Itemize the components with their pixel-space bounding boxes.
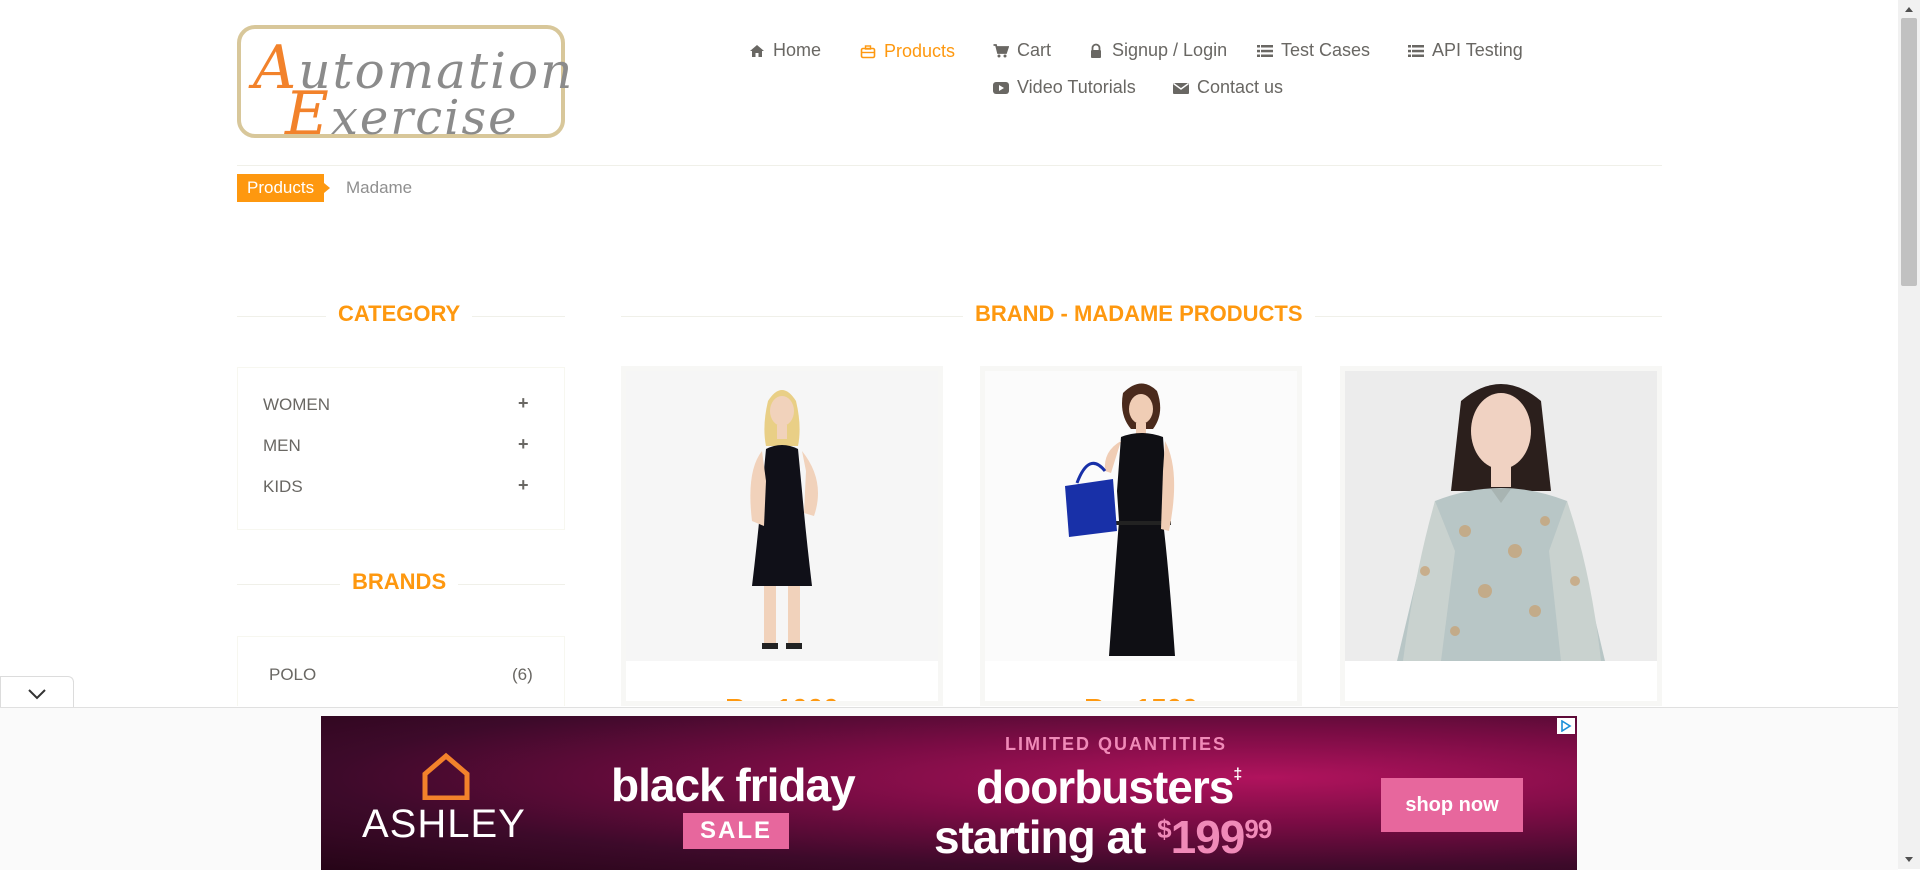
header-divider bbox=[237, 165, 1662, 166]
brand-polo[interactable]: POLO bbox=[269, 665, 316, 685]
page-scrollbar[interactable] bbox=[1898, 0, 1920, 869]
nav-products[interactable]: Products bbox=[860, 41, 955, 62]
nav-api-testing-label: API Testing bbox=[1432, 40, 1523, 60]
product-image[interactable] bbox=[626, 371, 938, 661]
nav-products-label: Products bbox=[884, 41, 956, 61]
product-photo-floral-blouse bbox=[1345, 371, 1657, 661]
nav-test-cases[interactable]: Test Cases bbox=[1257, 40, 1370, 61]
category-heading: CATEGORY bbox=[237, 301, 565, 331]
site-logo[interactable]: Automation Exercise bbox=[237, 25, 572, 149]
nav-signup-login[interactable]: Signup / Login bbox=[1088, 40, 1227, 61]
breadcrumb-products-link[interactable]: Products bbox=[237, 174, 331, 202]
nav-contact-us-label: Contact us bbox=[1197, 77, 1284, 97]
ad-brand: ASHLEY bbox=[362, 802, 526, 846]
ad-doorbusters: doorbusters‡ bbox=[976, 761, 1242, 813]
ad-starting-price: starting at $19999 bbox=[934, 811, 1272, 863]
ad-headline: black friday bbox=[611, 759, 856, 811]
plus-icon[interactable]: + bbox=[518, 475, 529, 496]
plus-icon[interactable]: + bbox=[518, 393, 529, 414]
home-icon bbox=[750, 44, 764, 57]
scroll-up-arrow-icon[interactable] bbox=[1898, 0, 1920, 18]
nav-home[interactable]: Home bbox=[749, 40, 821, 61]
list-icon bbox=[1408, 44, 1424, 57]
brands-panel: POLO (6) bbox=[237, 636, 565, 706]
ad-sale-badge: SALE bbox=[683, 813, 789, 849]
product-card bbox=[1340, 366, 1662, 706]
ashley-logo-icon bbox=[422, 752, 470, 800]
ad-collapse-button[interactable] bbox=[0, 676, 74, 711]
product-image[interactable] bbox=[1345, 371, 1657, 661]
products-heading: BRAND - MADAME PRODUCTS bbox=[621, 301, 1662, 331]
scroll-down-arrow-icon[interactable] bbox=[1898, 851, 1920, 869]
cart-icon bbox=[993, 43, 1009, 57]
list-icon bbox=[1257, 44, 1273, 57]
product-photo-black-dress bbox=[626, 371, 938, 661]
nav-test-cases-label: Test Cases bbox=[1281, 40, 1371, 60]
product-image[interactable] bbox=[985, 371, 1297, 661]
product-price: Rs. 1500 bbox=[985, 693, 1297, 701]
category-panel: WOMEN + MEN + KIDS + bbox=[237, 367, 565, 530]
brand-polo-count: (6) bbox=[512, 665, 533, 684]
page: Automation Exercise Home Products Cart S… bbox=[0, 0, 1898, 870]
nav-api-testing[interactable]: API Testing bbox=[1408, 40, 1523, 61]
ad-choices-icon[interactable] bbox=[1557, 718, 1575, 734]
product-card: Rs. 1500 bbox=[980, 366, 1302, 706]
envelope-icon bbox=[1173, 82, 1189, 94]
youtube-play-icon bbox=[993, 81, 1009, 94]
product-price: Rs. 1000 bbox=[626, 693, 938, 701]
brands-title: BRANDS bbox=[340, 569, 459, 595]
category-title: CATEGORY bbox=[326, 301, 473, 327]
product-card: Rs. 1000 bbox=[621, 366, 943, 706]
nav-contact-us[interactable]: Contact us bbox=[1173, 77, 1283, 98]
briefcase-icon bbox=[860, 44, 876, 58]
nav-home-label: Home bbox=[773, 40, 822, 60]
nav-cart-label: Cart bbox=[1017, 40, 1052, 60]
category-men[interactable]: MEN bbox=[263, 436, 301, 456]
nav-video-tutorials-label: Video Tutorials bbox=[1017, 77, 1136, 97]
ad-limited: LIMITED QUANTITIES bbox=[1005, 734, 1227, 754]
scrollbar-thumb[interactable] bbox=[1901, 18, 1917, 286]
breadcrumb-current: Madame bbox=[346, 178, 413, 197]
brands-heading: BRANDS bbox=[237, 569, 565, 599]
ad-shop-now-button[interactable]: shop now bbox=[1381, 778, 1523, 832]
category-kids[interactable]: KIDS bbox=[263, 477, 303, 497]
product-photo-black-dress-bag bbox=[985, 371, 1297, 661]
products-title: BRAND - MADAME PRODUCTS bbox=[963, 301, 1315, 327]
nav-signup-login-label: Signup / Login bbox=[1112, 40, 1228, 60]
nav-video-tutorials[interactable]: Video Tutorials bbox=[993, 77, 1136, 98]
category-women[interactable]: WOMEN bbox=[263, 395, 330, 415]
banner-ad[interactable]: ASHLEY black friday SALE LIMITED QUANTIT… bbox=[321, 716, 1577, 870]
ad-bar: ASHLEY black friday SALE LIMITED QUANTIT… bbox=[0, 707, 1898, 870]
chevron-down-icon bbox=[28, 689, 46, 700]
nav-cart[interactable]: Cart bbox=[993, 40, 1051, 61]
plus-icon[interactable]: + bbox=[518, 434, 529, 455]
logo-line-2: Exercise bbox=[285, 79, 519, 149]
lock-icon bbox=[1091, 43, 1101, 58]
